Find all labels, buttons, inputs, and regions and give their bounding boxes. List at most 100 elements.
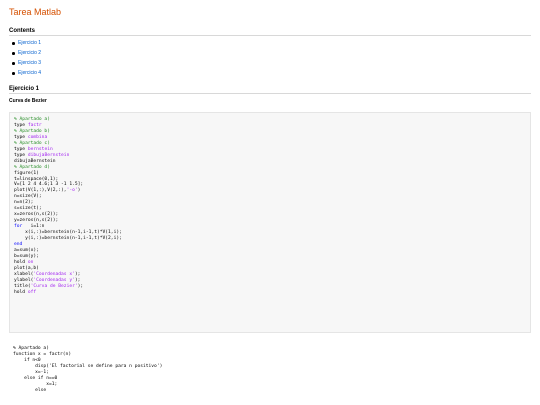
code-line: hold off xyxy=(14,290,36,295)
code-text: ); xyxy=(77,283,84,289)
code-string: off xyxy=(27,289,37,295)
section-heading: Ejercicio 1 xyxy=(9,86,40,92)
contents-item: Ejercicio 2 xyxy=(12,48,41,58)
code-text: ); xyxy=(74,277,81,283)
code-line: b=sum(y); xyxy=(14,254,39,259)
code-text: figure(1) xyxy=(14,170,39,176)
code-comment: % Apartado a) xyxy=(14,117,50,122)
code-line: dibujaBernstein xyxy=(14,159,56,164)
code-text: dibujaBernstein xyxy=(14,158,56,164)
code-line: type dibujaBernstein xyxy=(14,153,69,158)
code-text: ) xyxy=(77,188,81,194)
code-keyword: for xyxy=(14,224,26,230)
code-text: plot(a,b) xyxy=(14,265,39,271)
code-text: % Apartado a) xyxy=(13,346,49,351)
code-text: else if n==0 xyxy=(13,375,58,381)
code-line: function x = factr(n) xyxy=(13,352,71,357)
code-line: n=n(2); xyxy=(14,200,33,205)
code-string: factr xyxy=(27,122,42,128)
code-line: % Apartado b) xyxy=(14,129,50,134)
code-line: y(i,:)=bernstein(n-1,i-1,t)*V(2,i); xyxy=(14,236,122,241)
code-text: hold xyxy=(14,289,28,295)
code-line: else xyxy=(13,388,46,393)
code-text: n=size(V); xyxy=(14,194,42,200)
code-text: x=-1; xyxy=(13,369,49,375)
contents-item: Ejercicio 3 xyxy=(12,58,41,68)
code-string: '-o' xyxy=(66,188,78,194)
code-line: x=-1; xyxy=(13,370,49,375)
code-line: a=sum(x); xyxy=(14,248,39,253)
code-text: n=n(2); xyxy=(14,200,34,206)
code-line: type factr xyxy=(14,123,42,128)
code-text: V=[1 2 4 4.6;1 3 -1 1.5]; xyxy=(14,182,84,188)
code-comment: % Apartado b) xyxy=(14,128,50,134)
code-text: a=sum(x); xyxy=(14,247,39,253)
code-line: hold on xyxy=(14,260,33,265)
code-text: function x = factr(n) xyxy=(13,351,72,357)
contents-link-ejercicio-4[interactable]: Ejercicio 4 xyxy=(18,70,41,76)
code-line: end xyxy=(14,242,22,247)
code-line: V=[1 2 4 4.6;1 3 -1 1.5]; xyxy=(14,182,83,187)
code-text: else xyxy=(13,387,47,393)
code-text: type xyxy=(14,122,28,128)
code-line: disp('El factorial se define para n posi… xyxy=(13,364,162,369)
code-line: plot(V(1,:),V(2,:),'-o') xyxy=(14,188,80,193)
code-text: title( xyxy=(14,283,31,289)
code-line: if n<0 xyxy=(13,358,41,363)
contents-link-ejercicio-1[interactable]: Ejercicio 1 xyxy=(18,40,41,46)
contents-item: Ejercicio 1 xyxy=(12,38,41,48)
code-line: y=zeros(n,s(2)); xyxy=(14,218,58,223)
code-text: t=linspace(0,1); xyxy=(14,176,59,182)
code-line: % Apartado a) xyxy=(13,346,49,351)
code-text: if n<0 xyxy=(13,357,41,363)
code-string: bernstein xyxy=(27,146,53,152)
code-text: b=sum(y); xyxy=(14,253,39,259)
contents-heading: Contents xyxy=(9,28,35,34)
code-line: title('Curva de Bezier'); xyxy=(14,284,83,289)
code-text: ); xyxy=(74,271,81,277)
code-line: else if n==0 xyxy=(13,376,57,381)
code-line: t=linspace(0,1); xyxy=(14,177,58,182)
contents-link-ejercicio-3[interactable]: Ejercicio 3 xyxy=(18,60,41,66)
code-line: x(i,:)=bernstein(n-1,i-1,t)*V(1,i); xyxy=(14,230,122,235)
contents-link-ejercicio-2[interactable]: Ejercicio 2 xyxy=(18,50,41,56)
page-title: Tarea Matlab xyxy=(9,7,62,17)
code-line: n=size(V); xyxy=(14,194,42,199)
code-string: 'Coordenadas x' xyxy=(33,271,75,277)
code-line: s=size(t); xyxy=(14,206,42,211)
code-text: x(i,:)=bernstein(n-1,i-1,t)*V(1,i); xyxy=(14,230,122,236)
code-line: x=1; xyxy=(13,382,57,387)
code-line: xlabel('Coordenadas x'); xyxy=(14,272,80,277)
code-comment: % Apartado c) xyxy=(14,140,50,146)
code-string: on xyxy=(27,259,34,265)
code-text: x=zeros(n,s(2)); xyxy=(14,212,59,218)
code-text: x=1; xyxy=(13,381,58,387)
code-text: type xyxy=(14,152,28,158)
code-line: ylabel('Coordenadas y'); xyxy=(14,278,80,283)
contents-item: Ejercicio 4 xyxy=(12,68,41,78)
code-line: % Apartado d) xyxy=(14,165,50,170)
code-comment: % Apartado d) xyxy=(14,164,50,170)
code-line: plot(a,b) xyxy=(14,266,39,271)
code-line: type combina xyxy=(14,135,47,140)
code-text: type xyxy=(14,146,28,152)
section-subtitle: Curva de Bezier xyxy=(9,98,47,104)
contents-list: Ejercicio 1 Ejercicio 2 Ejercicio 3 Ejer… xyxy=(12,38,41,78)
code-line: for i=1:n xyxy=(14,224,44,229)
code-text: hold xyxy=(14,259,28,265)
code-line: % Apartado a) xyxy=(14,117,50,122)
code-string: 'Curva de Bezier' xyxy=(30,283,78,289)
code-line: figure(1) xyxy=(14,171,39,176)
code-text: y(i,:)=bernstein(n-1,i-1,t)*V(2,i); xyxy=(14,236,122,242)
code-text: i=1:n xyxy=(25,224,45,230)
code-text: disp('El factorial se define para n posi… xyxy=(13,363,163,369)
contents-divider xyxy=(9,35,531,36)
code-block: % Apartado a) type factr % Apartado b) t… xyxy=(9,112,531,333)
document-page: Tarea Matlab Contents Ejercicio 1 Ejerci… xyxy=(0,0,540,405)
code-keyword: end xyxy=(14,242,23,248)
section-divider xyxy=(9,93,531,94)
code-line: % Apartado c) xyxy=(14,141,50,146)
code-string: combina xyxy=(27,134,48,140)
code-line: x=zeros(n,s(2)); xyxy=(14,212,58,217)
code-text: type xyxy=(14,134,28,140)
